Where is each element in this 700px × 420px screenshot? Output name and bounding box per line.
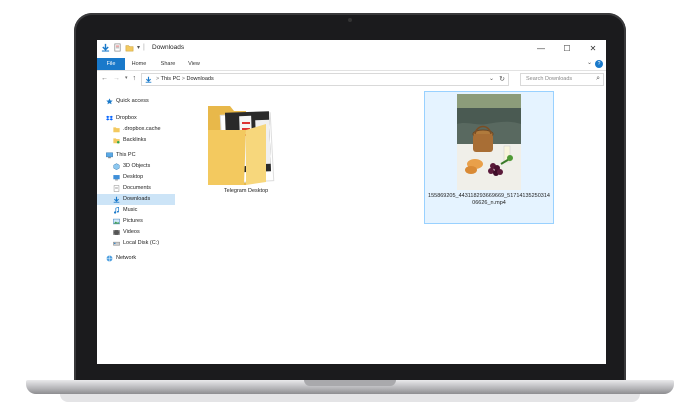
breadcrumb-separator: > [181, 76, 185, 82]
minimize-button[interactable]: — [528, 40, 554, 57]
sidebar-item-label: Backlinks [123, 137, 147, 143]
title-bar: ▾ | Downloads — ☐ ✕ [97, 40, 606, 57]
sidebar-item-label: Local Disk (C:) [123, 240, 160, 246]
sidebar-item-local-disk[interactable]: Local Disk (C:) [113, 238, 159, 249]
sidebar-item-label: Videos [123, 229, 140, 235]
chevron-down-icon[interactable]: ⌄ [587, 59, 592, 66]
tab-view[interactable]: View [183, 58, 205, 70]
cube-icon [113, 163, 120, 170]
recent-chevron-icon[interactable]: ▾ [125, 75, 128, 82]
chevron-down-icon[interactable]: ▾ [137, 44, 140, 51]
file-name: Telegram Desktop [223, 188, 269, 194]
download-arrow-icon[interactable] [101, 43, 110, 52]
search-input[interactable]: Search Downloads [526, 76, 572, 82]
tab-file[interactable]: File [97, 58, 125, 70]
folder-icon [113, 138, 120, 144]
drive-icon [113, 241, 120, 246]
webcam [348, 18, 352, 22]
breadcrumb: > This PC > Downloads [156, 76, 214, 82]
folder-icon [113, 127, 120, 133]
music-icon [113, 207, 119, 214]
sidebar-item-dropbox[interactable]: Dropbox [106, 113, 137, 124]
star-icon [106, 98, 113, 105]
sidebar-item-label: Desktop [123, 174, 144, 180]
laptop-notch [304, 380, 396, 386]
sidebar-item-network[interactable]: Network [106, 253, 136, 264]
maximize-button[interactable]: ☐ [554, 40, 580, 57]
sidebar-item-label: 3D Objects [123, 163, 151, 169]
desktop-icon [113, 175, 120, 181]
sidebar-item-documents[interactable]: Documents [113, 183, 151, 194]
sidebar-item-dropbox-cache[interactable]: .dropbox.cache [113, 124, 161, 135]
ribbon-tabs: File Home Share View ⌄ ? [97, 58, 606, 71]
folder-item-telegram-desktop[interactable]: Telegram Desktop [198, 100, 294, 200]
picture-icon [113, 218, 120, 225]
tab-home[interactable]: Home [128, 58, 150, 70]
address-bar[interactable]: > This PC > Downloads ⌄ ↻ [141, 73, 509, 86]
sidebar-item-label: Network [116, 255, 137, 261]
address-history-chevron-icon[interactable]: ⌄ [489, 75, 494, 82]
up-arrow-icon[interactable]: ↑ [133, 75, 137, 82]
sidebar-item-label: Documents [123, 185, 151, 191]
computer-icon [106, 152, 113, 159]
breadcrumb-downloads[interactable]: Downloads [187, 76, 214, 82]
sidebar-item-desktop[interactable]: Desktop [113, 172, 143, 183]
properties-icon[interactable] [113, 43, 122, 52]
window-controls: — ☐ ✕ [528, 40, 606, 57]
sidebar-item-quick-access[interactable]: Quick access [106, 96, 149, 107]
nav-buttons: ← → ▾ ↑ [101, 75, 136, 82]
sidebar-item-label: Dropbox [116, 115, 137, 121]
sidebar-item-label: Music [123, 207, 138, 213]
window-title: Downloads [152, 44, 185, 51]
document-icon [113, 185, 120, 192]
sidebar-item-backlinks[interactable]: Backlinks [113, 135, 146, 146]
search-icon[interactable]: ⌕ [596, 75, 600, 83]
sidebar-item-3d-objects[interactable]: 3D Objects [113, 161, 150, 172]
network-icon [106, 255, 113, 262]
download-location-icon [145, 76, 152, 83]
sidebar-item-downloads[interactable]: Downloads [97, 194, 175, 205]
file-name: 155869205_443118293669669_51714135250314… [428, 193, 550, 206]
sidebar-item-label: Quick access [116, 98, 149, 104]
dropbox-icon [106, 115, 113, 121]
help-icon[interactable]: ? [595, 60, 603, 68]
folder-icon [208, 106, 275, 185]
breadcrumb-this-pc[interactable]: This PC [161, 76, 181, 82]
sidebar-item-label: This PC [116, 152, 136, 158]
sidebar-item-label: Downloads [123, 196, 151, 202]
sidebar-item-label: Pictures [123, 218, 143, 224]
tab-share[interactable]: Share [157, 58, 179, 70]
new-folder-icon[interactable] [125, 43, 134, 52]
download-icon [113, 196, 120, 203]
navigation-pane: Quick access Dropbox .dropbox.cache Back… [97, 88, 175, 364]
file-list: Telegram Desktop 155869205_4431182936696… [176, 88, 606, 364]
sidebar-item-label: .dropbox.cache [123, 126, 161, 132]
quick-access-toolbar: ▾ | [101, 43, 145, 52]
sidebar-item-this-pc[interactable]: This PC [106, 150, 136, 161]
breadcrumb-separator: > [156, 76, 160, 82]
sidebar-item-pictures[interactable]: Pictures [113, 216, 143, 227]
sidebar-item-music[interactable]: Music [113, 205, 137, 216]
search-box[interactable]: Search Downloads ⌕ [520, 73, 604, 86]
refresh-icon[interactable]: ↻ [499, 75, 505, 83]
file-item-video[interactable]: 155869205_443118293669669_51714135250314… [424, 91, 554, 224]
explorer-window: ▾ | Downloads — ☐ ✕ File Home Share View… [97, 40, 606, 364]
forward-arrow-icon[interactable]: → [113, 75, 120, 82]
laptop-shadow [60, 394, 640, 402]
address-row: ← → ▾ ↑ > This PC > Downloads ⌄ ↻ Search… [97, 71, 606, 87]
video-thumbnail [457, 94, 521, 190]
sidebar-item-videos[interactable]: Videos [113, 227, 140, 238]
back-arrow-icon[interactable]: ← [101, 75, 108, 82]
close-button[interactable]: ✕ [580, 40, 606, 57]
title-separator: | [143, 44, 145, 51]
video-icon [113, 230, 120, 235]
